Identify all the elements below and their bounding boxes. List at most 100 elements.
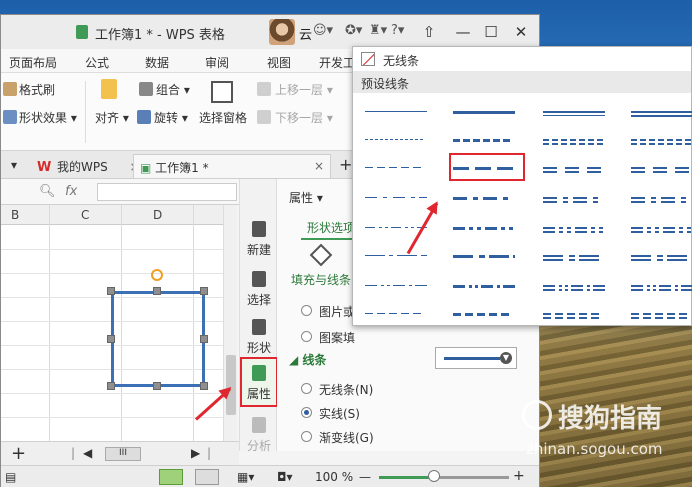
close-button[interactable]: ✕ — [509, 21, 533, 43]
fx-icon[interactable]: fx — [65, 184, 77, 199]
preset-line-option[interactable] — [365, 301, 437, 327]
tab-my-wps[interactable]: 我的WPS × — [51, 154, 146, 178]
resize-handle[interactable] — [153, 382, 161, 390]
preset-line-option[interactable] — [631, 215, 692, 241]
menu-data[interactable]: 数据 — [145, 54, 169, 71]
resize-handle[interactable] — [107, 382, 115, 390]
preset-line-option[interactable] — [631, 127, 692, 153]
resize-handle[interactable] — [200, 335, 208, 343]
share-icon[interactable]: ⇧ — [417, 21, 441, 43]
scroll-left-icon[interactable]: ◀ — [83, 446, 92, 460]
preset-line-option[interactable] — [365, 99, 437, 125]
resize-handle[interactable] — [200, 287, 208, 295]
zoom-out-button[interactable]: — — [359, 470, 371, 484]
preset-line-option[interactable] — [543, 301, 615, 327]
sidebar-select-button[interactable]: 选择 — [240, 265, 278, 311]
rotate-button[interactable]: 旋转 ▾ — [154, 109, 188, 126]
line-section-header[interactable]: ◢ 线条 — [289, 351, 326, 368]
user-name[interactable]: 云 — [299, 24, 312, 43]
skin-icon[interactable]: ✪▾ — [345, 23, 362, 38]
macro-icon[interactable]: ▤ — [5, 470, 16, 484]
preset-line-option[interactable] — [453, 127, 525, 153]
no-line-option[interactable]: 无线条 — [353, 47, 691, 71]
add-sheet-button[interactable]: + — [11, 443, 26, 464]
column-header-c[interactable]: C — [81, 208, 89, 222]
user-badge-icon[interactable]: ☺▾ — [313, 23, 333, 38]
preset-line-option[interactable] — [631, 243, 692, 269]
preset-line-option[interactable] — [453, 301, 525, 327]
combine-button[interactable]: 组合 ▾ — [156, 81, 190, 98]
zoom-slider-knob[interactable] — [427, 470, 440, 482]
line-style-dropdown[interactable]: ▼ — [435, 347, 517, 369]
zoom-level[interactable]: 100 % — [315, 470, 353, 484]
preset-line-option[interactable] — [453, 215, 525, 241]
menu-page-layout[interactable]: 页面布局 — [9, 54, 57, 71]
shape-effect-button[interactable]: 形状效果 ▾ — [19, 109, 77, 126]
column-header-b[interactable]: B — [11, 208, 19, 222]
no-line-radio[interactable] — [301, 383, 312, 394]
scroll-right-icon[interactable]: ▶ — [191, 446, 200, 460]
resize-handle[interactable] — [107, 287, 115, 295]
preset-line-option[interactable] — [453, 185, 525, 211]
menu-developer[interactable]: 开发工 — [319, 54, 355, 71]
column-header-d[interactable]: D — [153, 208, 162, 222]
fill-pattern-radio[interactable] — [301, 331, 312, 342]
sidebar-new-button[interactable]: 新建 — [240, 215, 278, 261]
resize-handle[interactable] — [200, 382, 208, 390]
resize-handle[interactable] — [153, 287, 161, 295]
preset-line-option[interactable] — [631, 155, 692, 181]
tab-workbook-close-icon[interactable]: × — [314, 159, 324, 173]
preset-line-option[interactable] — [631, 99, 692, 125]
tab-workbook[interactable]: ▣ 工作簿1 * × — [133, 154, 331, 178]
solid-line-radio[interactable] — [301, 407, 312, 418]
help-icon[interactable]: ?▾ — [391, 23, 404, 38]
rotate-handle-icon[interactable] — [151, 269, 163, 281]
quick-access-icon[interactable]: ▾ — [11, 158, 17, 172]
sidebar-property-button[interactable]: 属性 — [240, 357, 278, 407]
normal-view-button[interactable] — [159, 469, 183, 485]
preset-line-option[interactable] — [543, 127, 615, 153]
chevron-down-icon[interactable]: ▼ — [500, 352, 512, 364]
page-layout-view-icon[interactable]: ▦▾ — [237, 470, 254, 484]
preset-line-option[interactable] — [365, 273, 437, 299]
preset-line-option[interactable] — [365, 155, 437, 181]
selection-pane-button[interactable]: 选择窗格 — [199, 109, 247, 126]
gradient-line-radio[interactable] — [301, 431, 312, 442]
zoom-in-button[interactable]: + — [513, 468, 525, 484]
resize-handle[interactable] — [107, 335, 115, 343]
preset-line-option[interactable] — [543, 273, 615, 299]
preset-line-option[interactable] — [631, 273, 692, 299]
preset-line-option[interactable] — [543, 155, 615, 181]
preset-line-option[interactable] — [631, 185, 692, 211]
fill-bucket-icon[interactable] — [309, 243, 333, 267]
zoom-slider[interactable] — [379, 476, 509, 479]
preset-line-option[interactable] — [543, 185, 615, 211]
send-backward-button[interactable]: 下移一层 ▾ — [275, 109, 333, 126]
selected-rectangle-shape[interactable] — [111, 291, 205, 387]
preset-line-option[interactable] — [453, 99, 525, 125]
shirt-icon[interactable]: ♜▾ — [369, 23, 387, 38]
preset-line-option[interactable] — [631, 301, 692, 327]
fill-and-line-label[interactable]: 填充与线条 — [291, 271, 351, 288]
menu-formula[interactable]: 公式 — [85, 54, 109, 71]
bring-forward-button[interactable]: 上移一层 ▾ — [275, 81, 333, 98]
avatar[interactable] — [269, 19, 295, 45]
align-button[interactable]: 对齐 ▾ — [95, 109, 129, 126]
preset-line-option[interactable] — [543, 243, 615, 269]
fill-picture-radio[interactable] — [301, 305, 312, 316]
zoom-search-icon[interactable]: 🔍︎ — [39, 184, 56, 199]
preset-line-option[interactable] — [543, 99, 615, 125]
preset-line-option[interactable] — [365, 243, 437, 269]
sidebar-shape-button[interactable]: 形状 — [240, 313, 278, 359]
menu-review[interactable]: 审阅 — [205, 54, 229, 71]
horizontal-scroll-thumb[interactable]: III — [105, 447, 141, 461]
preset-line-option[interactable] — [453, 243, 525, 269]
menu-view[interactable]: 视图 — [267, 54, 291, 71]
preset-line-option[interactable] — [543, 215, 615, 241]
property-panel-title[interactable]: 属性 ▾ — [289, 189, 323, 206]
sidebar-analyze-button[interactable]: 分析 — [240, 411, 278, 457]
format-painter-button[interactable]: 格式刷 — [19, 81, 55, 98]
vertical-scrollbar[interactable] — [223, 205, 237, 441]
formula-input[interactable] — [97, 183, 237, 201]
maximize-button[interactable]: ☐ — [479, 21, 503, 43]
